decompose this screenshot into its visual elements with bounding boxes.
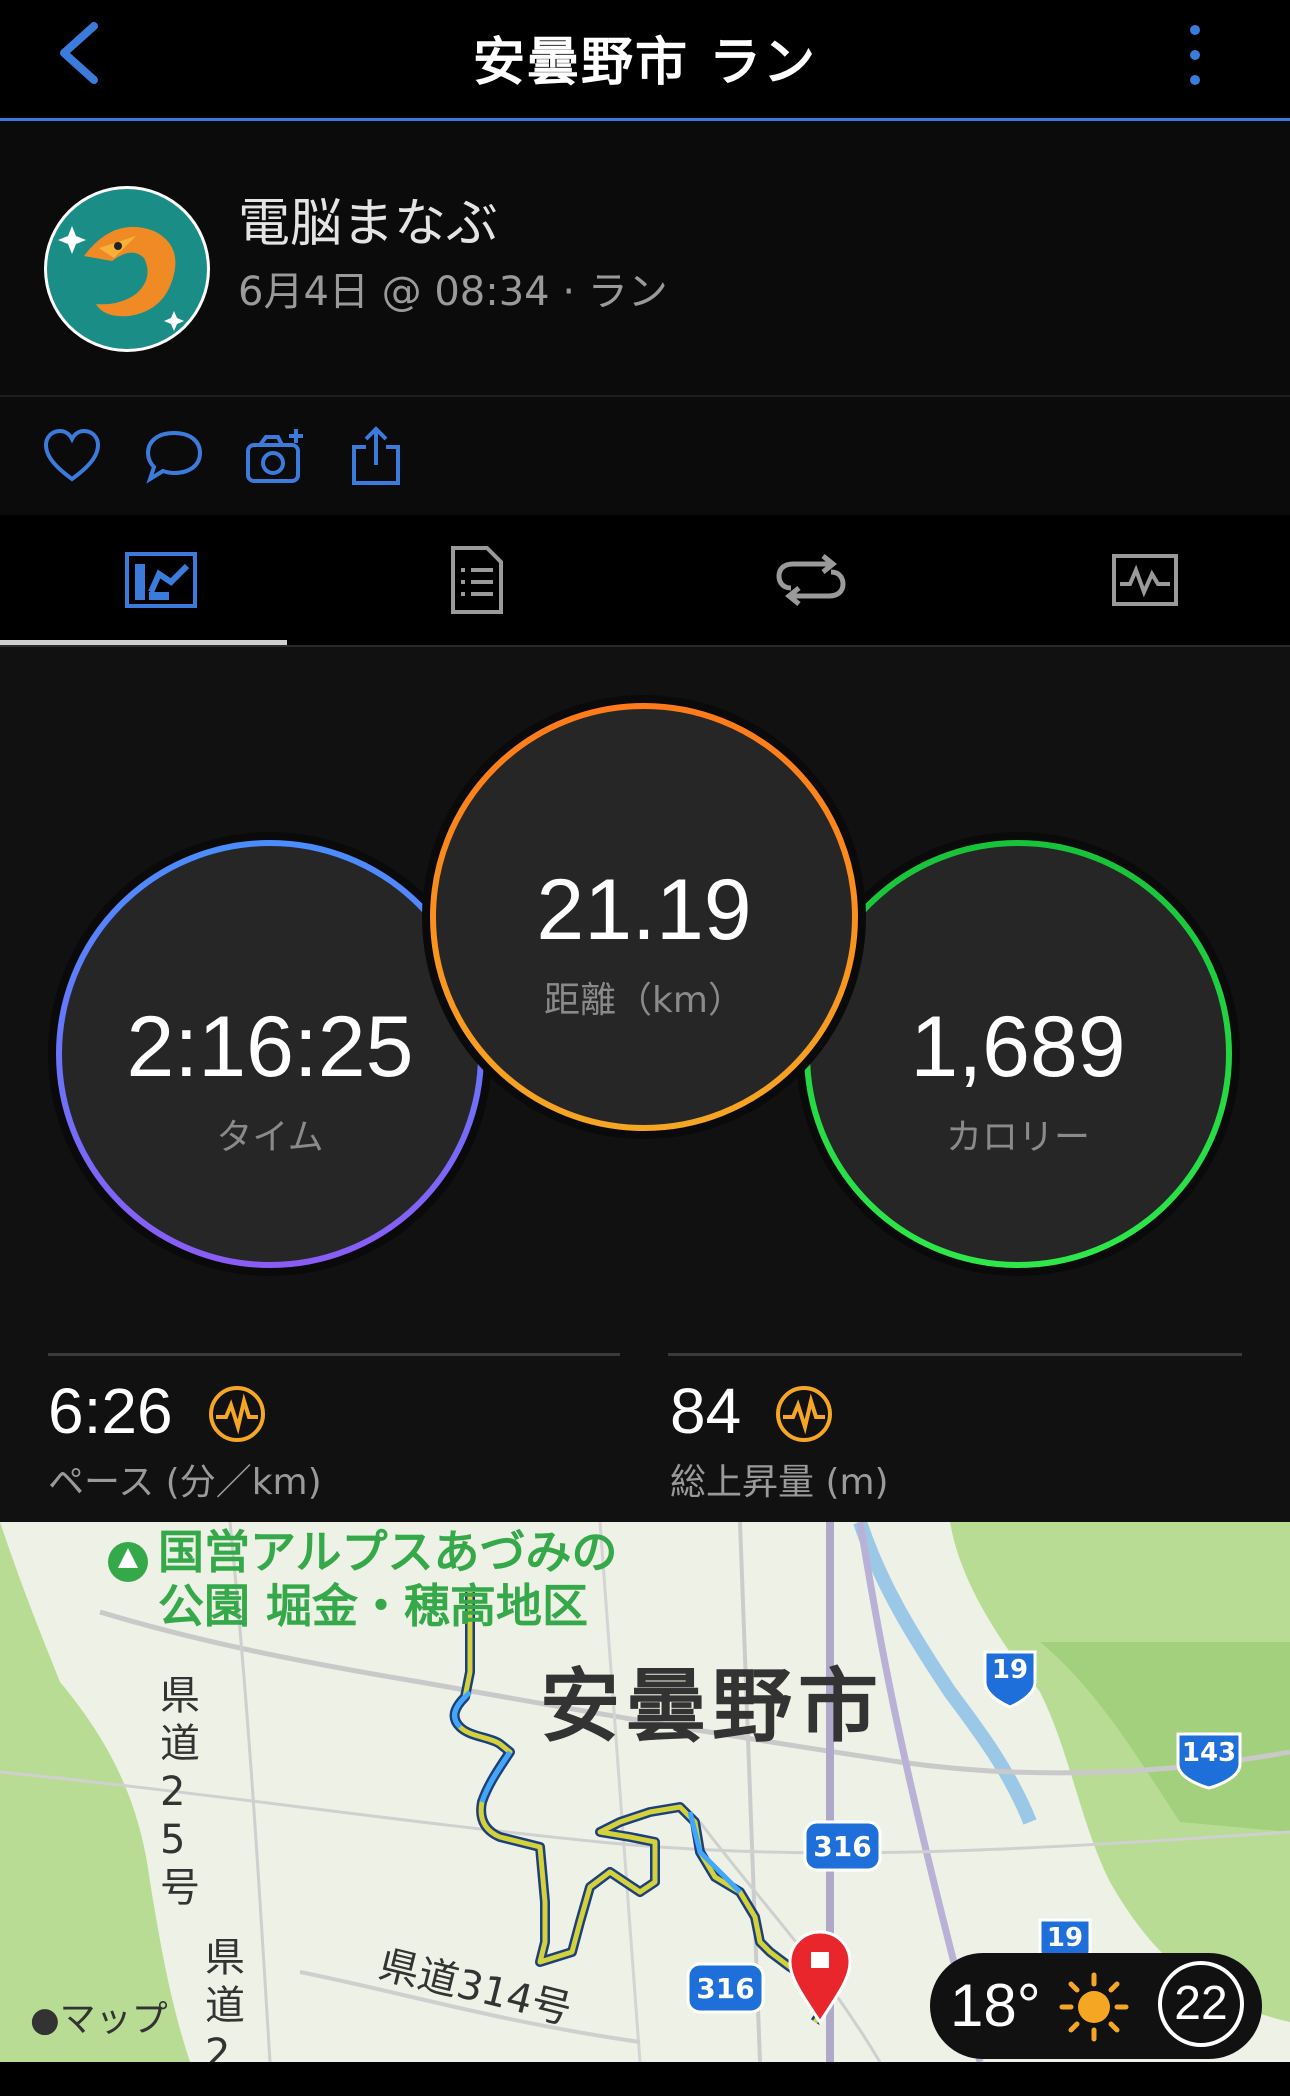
- tab-active-indicator: [0, 640, 287, 645]
- avatar[interactable]: [44, 186, 210, 352]
- performance-icon[interactable]: [775, 1385, 833, 1443]
- loop-icon: [776, 554, 846, 606]
- calories-label: カロリー: [945, 1117, 1090, 1158]
- route-shield-316: 316: [813, 1830, 872, 1863]
- calories-value: 1,689: [910, 999, 1126, 1095]
- dragon-avatar-icon: [47, 189, 207, 349]
- city-label: 安曇野市: [540, 1660, 884, 1753]
- sun-icon: [1059, 1972, 1129, 2042]
- route-shield-316: 316: [696, 1972, 755, 2005]
- stats-panel: 2:16:25 タイム 1,689 カロリー 21.19 距離（km） 6:26…: [0, 647, 1290, 1522]
- park-label-2: 公園 堀金・穂高地区: [158, 1579, 589, 1633]
- chart-icon: [1112, 554, 1178, 606]
- tab-overview[interactable]: [0, 515, 322, 645]
- road-label-25: 県道25号: [160, 1673, 200, 1911]
- maps-logo-label: マップ: [59, 1999, 168, 2040]
- time-ring: 2:16:25 タイム: [59, 843, 481, 1265]
- weather-temperature: 18°: [950, 1972, 1041, 2039]
- divider: [668, 1353, 1242, 1356]
- activity-header: 電脳まなぶ 6月4日 @ 08:34 · ラン: [0, 121, 1290, 397]
- distance-ring: 21.19 距離（km）: [433, 706, 855, 1128]
- page-title: 安曇野市 ラン: [472, 33, 818, 93]
- distance-label: 距離（km）: [544, 980, 744, 1021]
- elevation-label: 総上昇量 (m): [670, 1462, 889, 1503]
- camera-plus-icon[interactable]: [244, 425, 308, 489]
- kebab-menu-icon[interactable]: [1175, 20, 1215, 90]
- route-shield-19: 19: [1046, 1923, 1084, 1953]
- activity-meta: 6月4日 @ 08:34 · ラン: [238, 269, 668, 315]
- calories-ring: 1,689 カロリー: [807, 843, 1229, 1265]
- tab-charts[interactable]: [984, 515, 1290, 645]
- user-name[interactable]: 電脳まなぶ: [238, 181, 498, 256]
- time-label: タイム: [216, 1117, 324, 1158]
- document-icon: [451, 546, 503, 614]
- divider: [48, 1353, 620, 1356]
- overview-icon: [125, 552, 197, 608]
- share-icon[interactable]: [344, 425, 408, 489]
- route-shield-143: 143: [1181, 1738, 1237, 1768]
- apple-logo-icon: ●: [30, 2000, 60, 2040]
- heart-icon[interactable]: [40, 425, 104, 489]
- maps-attribution[interactable]: ●マップ: [30, 1990, 168, 2042]
- pace-value: 6:26: [48, 1375, 173, 1447]
- speech-bubble-icon[interactable]: [142, 425, 206, 489]
- weather-widget[interactable]: 18° 22: [930, 1953, 1262, 2059]
- time-value: 2:16:25: [126, 999, 414, 1095]
- nav-bar: 安曇野市 ラン: [0, 0, 1290, 121]
- route-shield-19: 19: [991, 1655, 1029, 1685]
- tab-details[interactable]: [316, 515, 638, 645]
- action-bar: [0, 397, 1290, 515]
- pace-label: ペース (分／km): [48, 1462, 322, 1503]
- distance-value: 21.19: [536, 862, 752, 958]
- performance-icon[interactable]: [208, 1385, 266, 1443]
- bottom-strip: [0, 2062, 1290, 2096]
- tab-bar: [0, 515, 1290, 647]
- elevation-value: 84: [670, 1375, 742, 1447]
- air-quality-index: 22: [1158, 1961, 1244, 2047]
- tab-laps[interactable]: [650, 515, 972, 645]
- road-label-2: 県道2: [205, 1935, 245, 2062]
